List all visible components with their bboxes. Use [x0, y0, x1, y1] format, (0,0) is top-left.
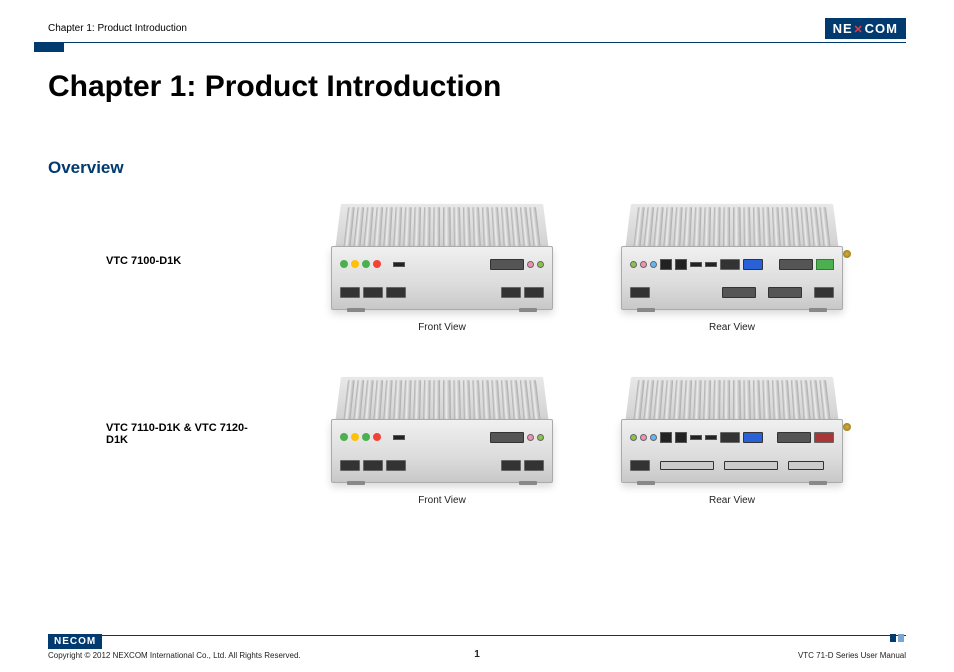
product-name-label: VTC 7100-D1K — [48, 255, 268, 267]
header-rule — [34, 42, 906, 43]
product-view-front: Front View — [327, 188, 557, 333]
logo-text-ne: NE — [54, 636, 70, 647]
section-heading-overview: Overview — [48, 158, 124, 178]
footer-left: NECOM Copyright © 2012 NEXCOM Internatio… — [48, 634, 301, 660]
heatsink-fins — [335, 204, 549, 251]
device-heatsink — [625, 204, 839, 251]
header-accent-block — [34, 42, 64, 52]
device-chassis-rear — [621, 419, 843, 483]
device-image — [617, 361, 847, 491]
device-image — [327, 361, 557, 491]
product-views: Front View — [268, 188, 906, 333]
logo-text-com: COM — [70, 636, 96, 647]
brand-logo: NE COM — [825, 18, 906, 39]
doc-title: VTC 71-D Series User Manual — [798, 651, 906, 660]
view-caption: Rear View — [709, 495, 755, 506]
view-caption: Front View — [418, 495, 466, 506]
page-header: Chapter 1: Product Introduction NE COM — [48, 18, 906, 39]
page-number: 1 — [474, 649, 480, 660]
product-view-rear: Rear View — [617, 361, 847, 506]
antenna-connector-icon — [843, 423, 851, 431]
view-caption: Rear View — [709, 322, 755, 333]
product-view-front: Front View — [327, 361, 557, 506]
heatsink-fins — [335, 377, 549, 424]
device-chassis-rear — [621, 246, 843, 310]
antenna-connector-icon — [843, 250, 851, 258]
device-image — [617, 188, 847, 318]
logo-text-ne: NE — [833, 21, 853, 36]
device-heatsink — [335, 377, 549, 424]
logo-x-icon — [853, 21, 865, 36]
page-footer: NECOM Copyright © 2012 NEXCOM Internatio… — [48, 634, 906, 660]
device-chassis-front — [331, 419, 553, 483]
view-caption: Front View — [418, 322, 466, 333]
product-views: Front View — [268, 361, 906, 506]
heatsink-fins — [625, 377, 839, 424]
header-chapter-label: Chapter 1: Product Introduction — [48, 23, 187, 34]
product-row: VTC 7110-D1K & VTC 7120-D1K — [48, 361, 906, 506]
product-name-label: VTC 7110-D1K & VTC 7120-D1K — [48, 422, 268, 446]
page-title: Chapter 1: Product Introduction — [48, 70, 501, 104]
copyright-text: Copyright © 2012 NEXCOM International Co… — [48, 651, 301, 660]
device-heatsink — [625, 377, 839, 424]
heatsink-fins — [625, 204, 839, 251]
footer-brand-logo: NECOM — [48, 634, 102, 649]
logo-text-com: COM — [865, 21, 898, 36]
products-grid: VTC 7100-D1K — [48, 188, 906, 534]
device-chassis-front — [331, 246, 553, 310]
device-heatsink — [335, 204, 549, 251]
device-image — [327, 188, 557, 318]
product-view-rear: Rear View — [617, 188, 847, 333]
product-row: VTC 7100-D1K — [48, 188, 906, 333]
